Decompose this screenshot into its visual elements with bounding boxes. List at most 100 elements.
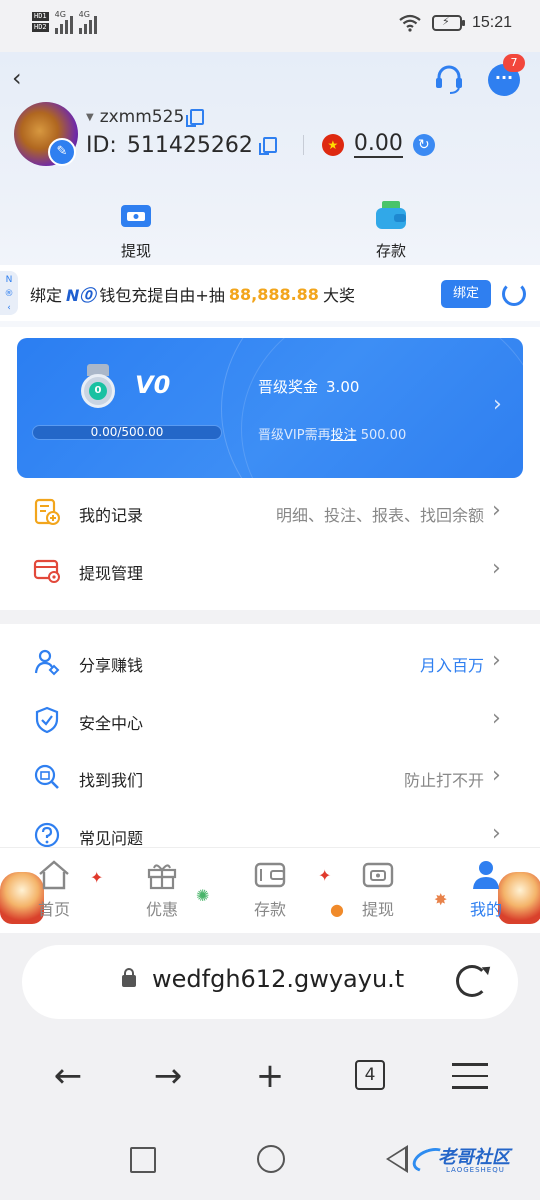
cn-flag-icon: ★ [321,134,344,156]
search-doc-icon [34,764,59,789]
browser-toolbar: ← → + 4 [0,1033,540,1123]
hd1-label: HD1 [32,12,49,21]
recents-button[interactable] [130,1147,156,1173]
quick-withdraw-button[interactable]: 提现 [86,200,186,261]
menu-label: 分享赚钱 [79,656,144,675]
section-divider [0,610,540,624]
copy-id-icon[interactable] [258,137,277,155]
divider [302,135,304,155]
promo-suffix: 大奖 [322,286,355,305]
firecracker-decoration: ✦ [318,866,332,885]
nav-deposit[interactable]: 存款 [235,860,305,920]
card-settings-icon [33,559,60,583]
menu-withdraw-management[interactable]: 提现管理 › [0,542,540,598]
quick-deposit-button[interactable]: 存款 [341,200,441,261]
nav-promotions[interactable]: 优惠 [127,860,197,920]
vip-need-value: 500.00 [360,428,407,443]
lantern-decoration: ● [330,900,344,919]
lock-icon [122,968,136,987]
main-content: 0 V0 0.00/500.00 晋级奖金 3.00 晋级VIP需再投注 500.… [0,327,540,848]
balance-value: 0.00 [353,131,403,158]
promo-banner[interactable]: N ® ‹ 绑定 N⓪ 钱包充提自由+抽 88,888.88 大奖 绑定 [0,265,540,321]
promo-side-tab[interactable]: N ® ‹ [0,271,18,315]
address-bar[interactable]: wedfgh612.gwyayu.t [22,945,518,1019]
refresh-balance-icon[interactable]: ↻ [412,134,435,156]
chevron-right-icon: › [492,648,501,673]
new-tab-button[interactable]: + [245,1053,295,1103]
promo-text: 绑定 N⓪ 钱包充提自由+抽 88,888.88 大奖 [30,282,355,306]
browser-address-area: wedfgh612.gwyayu.t [0,933,540,1033]
question-circle-icon [34,822,60,848]
promo-brand: N⓪ [66,286,96,305]
menu-hint: 明细、投注、报表、找回余额 [275,506,484,525]
menu-label: 找到我们 [79,771,144,790]
vip-requirement: 晋级VIP需再投注 500.00 [258,424,406,443]
username: zxmm525 [99,107,185,127]
system-back-button[interactable] [386,1145,408,1173]
nav-label: 提现 [361,900,394,919]
bottom-nav: ✦ ✺ ✦ ● ✸ 首页 优惠 存款 提现 我的 [0,847,540,933]
tabs-count-button[interactable]: 4 [355,1060,385,1090]
promo-amount: 88,888.88 [228,284,319,304]
back-button[interactable]: ‹ [12,64,22,92]
nav-mine[interactable]: 我的 [451,860,521,920]
quick-deposit-label: 存款 [375,242,406,260]
url-text[interactable]: wedfgh612.gwyayu.t [152,965,432,993]
menu-find-us[interactable]: 找到我们 防止打不开 › [0,749,540,805]
user-icon [473,861,499,889]
signal-icon: 4G [54,10,73,34]
vip-bonus-label: 晋级奖金 [258,378,319,396]
nav-label: 优惠 [145,900,178,919]
copy-username-icon[interactable] [186,109,205,127]
chevron-right-icon: › [492,498,501,523]
nav-withdraw[interactable]: 提现 [343,860,413,920]
notification-badge: 7 [503,54,525,72]
net2-label: 4G [78,10,90,19]
arrow-right-icon: → [153,1056,183,1096]
menu-security-center[interactable]: 安全中心 › [0,692,540,748]
bind-button[interactable]: 绑定 [441,280,491,308]
vip-bet-link[interactable]: 投注 [331,428,357,443]
menu-label: 提现管理 [79,564,144,583]
arrow-left-icon: ← [53,1056,83,1096]
chevron-right-icon: › [492,556,501,581]
menu-icon[interactable] [452,1063,488,1089]
home-button[interactable] [257,1145,285,1173]
nav-label: 首页 [37,900,70,919]
plus-icon: + [255,1056,285,1096]
battery-icon: ⚡ [431,15,465,31]
vip-card[interactable]: 0 V0 0.00/500.00 晋级奖金 3.00 晋级VIP需再投注 500.… [17,338,523,478]
promo-brand-letter: N [66,286,80,305]
hd2-label: HD2 [32,23,49,32]
menu-label: 安全中心 [79,714,144,733]
edit-avatar-button[interactable]: ✎ [48,138,76,166]
reload-icon[interactable] [456,965,488,997]
username-row: ▼ zxmm525 [86,107,205,127]
menu-share-earn[interactable]: 分享赚钱 月入百万 › [0,634,540,690]
browser-forward-button[interactable]: → [143,1053,193,1103]
user-id: 511425262 [126,132,253,158]
nav-home[interactable]: 首页 [19,860,89,920]
chevron-right-icon: › [492,706,501,731]
watermark-sub: LAOGESHEQU [446,1166,505,1174]
withdraw-card-icon [121,205,151,227]
headset-icon[interactable] [432,62,466,96]
id-row: ID: 511425262 ★ 0.00 ↻ [86,132,435,158]
browser-back-button[interactable]: ← [43,1053,93,1103]
sparkle-decoration: ✺ [196,886,210,905]
wallet-icon [254,862,286,888]
system-navigation-bar: 老哥社区 LAOGESHEQU [0,1123,540,1200]
net1-label: 4G [54,10,66,19]
vip-progress-bar: 0.00/500.00 [32,425,222,440]
vip-progress-text: 0.00/500.00 [90,425,164,439]
id-label: ID: [86,132,117,158]
caret-down-icon[interactable]: ▼ [86,112,94,123]
status-bar: HD1 HD2 4G 4G ⚡ 15:21 [0,0,540,52]
menu-my-records[interactable]: 我的记录 明细、投注、报表、找回余额 › [0,484,540,540]
nav-label: 存款 [253,900,286,919]
vip-level: V0 [135,371,171,399]
firecracker-decoration: ✦ [90,868,104,887]
menu-hint: 月入百万 [419,656,484,675]
withdraw-ticket-icon [362,862,394,888]
refresh-icon[interactable] [502,282,526,306]
